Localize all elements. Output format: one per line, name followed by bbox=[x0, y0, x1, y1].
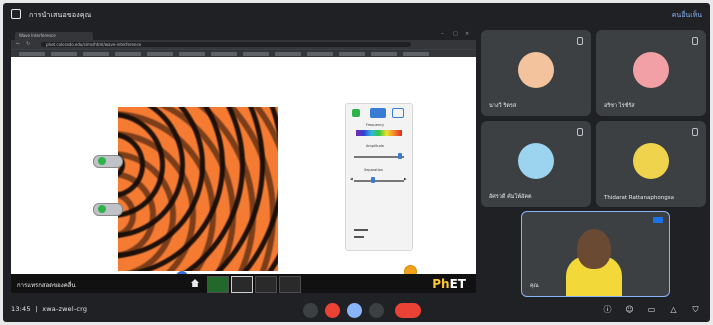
amplitude-knob[interactable] bbox=[398, 153, 402, 159]
bookmark-item[interactable] bbox=[403, 52, 429, 56]
participant-name: อัศรวดี คัมโพ์อัคต bbox=[489, 194, 532, 200]
more-options-button[interactable] bbox=[369, 303, 384, 318]
address-bar-row: ← ↻ phet.colorado.edu/sims/html/wave-int… bbox=[11, 40, 476, 49]
mic-icon bbox=[577, 128, 583, 136]
wave-area[interactable] bbox=[118, 107, 278, 271]
bookmark-item[interactable] bbox=[179, 52, 205, 56]
mic-button[interactable] bbox=[303, 303, 318, 318]
maximize-icon[interactable]: □ bbox=[453, 31, 458, 37]
activities-icon[interactable]: △ bbox=[669, 305, 678, 314]
participant-tile[interactable]: Thidarat Rattanaphongsa bbox=[596, 121, 706, 207]
separation-knob[interactable] bbox=[371, 177, 375, 183]
separation-slider[interactable] bbox=[354, 180, 404, 182]
mic-icon bbox=[692, 37, 698, 45]
presentation-area: Wave Interference – □ × ← ↻ phet.colorad… bbox=[11, 30, 476, 293]
top-bar: การนำเสนอของคุณ คนอื่นเห็น bbox=[3, 3, 710, 27]
option-line bbox=[354, 236, 364, 238]
bookmark-item[interactable] bbox=[211, 52, 237, 56]
sound-icon[interactable] bbox=[370, 108, 386, 118]
separation-label: Separation bbox=[364, 168, 384, 172]
avatar bbox=[633, 52, 669, 88]
shared-browser: Wave Interference – □ × ← ↻ phet.colorad… bbox=[11, 30, 476, 283]
screen-thumb-slits[interactable] bbox=[255, 276, 277, 293]
close-icon[interactable]: × bbox=[465, 31, 469, 37]
meeting-controls-bar: 13:45 | xwa-zwel-crg ⓘ ☺ ▭ △ ⛉ bbox=[3, 297, 710, 322]
participant-tile[interactable]: นางวี ริตรส bbox=[481, 30, 591, 116]
url-field[interactable]: phet.colorado.edu/sims/html/wave-interfe… bbox=[41, 42, 411, 47]
phet-navbar: การแทรกสอดของคลื่น PhET bbox=[11, 274, 476, 293]
participant-name: อริชา ไรช์รัส bbox=[604, 103, 635, 109]
source-toggle-button[interactable] bbox=[98, 205, 106, 213]
mic-icon bbox=[692, 128, 698, 136]
meeting-code: xwa-zwel-crg bbox=[42, 305, 88, 313]
wave-source-bottom[interactable] bbox=[93, 203, 123, 216]
participant-tile[interactable]: อัศรวดี คัมโพ์อัคต bbox=[481, 121, 591, 207]
participant-tile[interactable]: อริชา ไรช์รัส bbox=[596, 30, 706, 116]
phet-logo[interactable]: PhET bbox=[432, 277, 466, 291]
people-icon[interactable]: ☺ bbox=[625, 305, 634, 314]
screen-thumb-interference[interactable] bbox=[231, 276, 253, 293]
camera-off-button[interactable] bbox=[325, 303, 340, 318]
increment-icon[interactable]: ▶ bbox=[404, 177, 407, 181]
phet-simulation: Frequency Amplitude Separation ◀ ▶ bbox=[11, 57, 476, 283]
decrement-icon[interactable]: ◀ bbox=[350, 177, 353, 181]
participant-name: นางวี ริตรส bbox=[489, 103, 517, 109]
bookmark-item[interactable] bbox=[275, 52, 301, 56]
bookmark-item[interactable] bbox=[147, 52, 173, 56]
presentation-title: การนำเสนอของคุณ bbox=[29, 11, 92, 19]
reload-icon[interactable]: ↻ bbox=[26, 41, 30, 47]
option-line bbox=[354, 229, 368, 231]
participant-name: Thidarat Rattanaphongsa bbox=[604, 195, 674, 201]
info-icon[interactable]: ⓘ bbox=[603, 305, 612, 314]
self-video-face bbox=[577, 229, 611, 269]
wave-source-top[interactable] bbox=[93, 155, 123, 168]
light-icon[interactable] bbox=[392, 108, 404, 118]
home-icon[interactable] bbox=[191, 279, 199, 287]
source-toggle-button[interactable] bbox=[98, 157, 106, 165]
screen-thumb-diffraction[interactable] bbox=[279, 276, 301, 293]
bookmark-item[interactable] bbox=[19, 52, 45, 56]
avatar bbox=[518, 52, 554, 88]
avatar bbox=[518, 143, 554, 179]
present-view-label[interactable]: คนอื่นเห็น bbox=[672, 10, 702, 21]
present-button[interactable] bbox=[347, 303, 362, 318]
end-call-button[interactable] bbox=[395, 303, 421, 318]
avatar bbox=[633, 143, 669, 179]
control-panel: Frequency Amplitude Separation ◀ ▶ bbox=[345, 103, 413, 251]
mic-icon bbox=[577, 37, 583, 45]
chat-icon[interactable]: ▭ bbox=[647, 305, 656, 314]
meet-window: การนำเสนอของคุณ คนอื่นเห็น Wave Interfer… bbox=[3, 3, 710, 322]
bookmark-item[interactable] bbox=[371, 52, 397, 56]
frequency-spectrum[interactable] bbox=[356, 130, 402, 136]
self-name: คุณ bbox=[530, 283, 539, 289]
frequency-label: Frequency bbox=[366, 123, 385, 127]
host-controls-icon[interactable]: ⛉ bbox=[691, 305, 700, 314]
bookmark-item[interactable] bbox=[307, 52, 333, 56]
browser-tab[interactable]: Wave Interference bbox=[15, 32, 93, 40]
back-icon[interactable]: ← bbox=[16, 41, 20, 47]
pin-icon[interactable] bbox=[653, 217, 663, 223]
clock-time: 13:45 bbox=[11, 305, 31, 313]
present-icon bbox=[11, 9, 21, 19]
sim-screen-title: การแทรกสอดของคลื่น bbox=[17, 282, 76, 289]
screen-thumb-waves[interactable] bbox=[207, 276, 229, 293]
amplitude-slider[interactable] bbox=[354, 156, 404, 158]
minimize-icon[interactable]: – bbox=[441, 31, 444, 37]
self-view-tile[interactable]: คุณ bbox=[521, 211, 670, 297]
amplitude-label: Amplitude bbox=[366, 144, 384, 148]
bookmark-item[interactable] bbox=[243, 52, 269, 56]
bookmark-item[interactable] bbox=[115, 52, 141, 56]
bookmark-item[interactable] bbox=[83, 52, 109, 56]
bookmark-item[interactable] bbox=[51, 52, 77, 56]
bookmark-item[interactable] bbox=[339, 52, 365, 56]
meeting-info: 13:45 | xwa-zwel-crg bbox=[11, 305, 88, 313]
water-icon[interactable] bbox=[352, 109, 360, 117]
browser-tabstrip: Wave Interference – □ × bbox=[11, 30, 476, 40]
